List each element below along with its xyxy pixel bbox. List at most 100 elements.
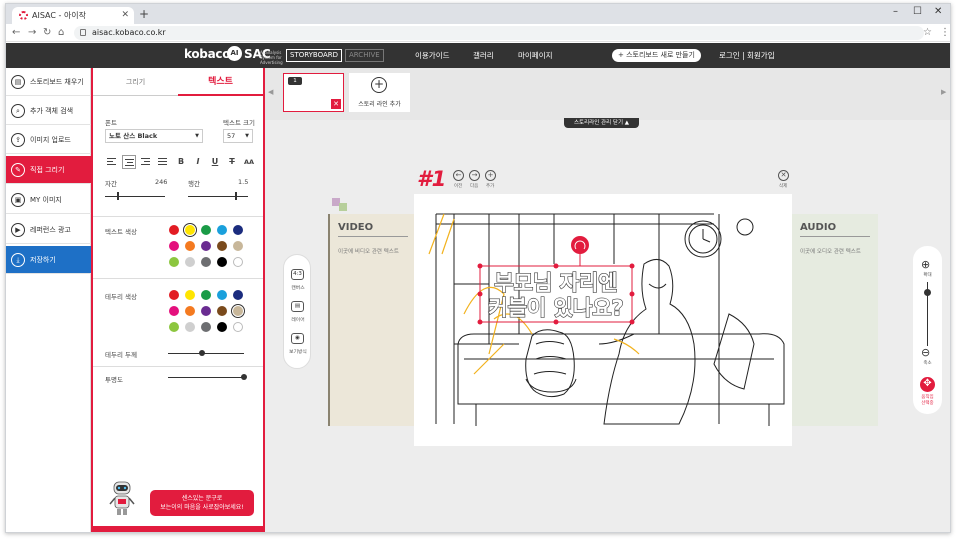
sidebar-item-reference-ads[interactable]: ▶ 레퍼런스 광고	[6, 216, 91, 244]
color-swatch[interactable]	[233, 322, 243, 332]
delete-scene-icon[interactable]: ✕	[778, 170, 789, 181]
color-swatch[interactable]	[233, 225, 243, 235]
new-storyboard-button[interactable]: + 스토리보드 새로 만들기	[612, 49, 701, 62]
audio-panel[interactable]: AUDIO 이곳에 오디오 관련 텍스트	[792, 214, 878, 426]
color-swatch[interactable]	[201, 290, 211, 300]
menu-gallery[interactable]: 갤러리	[473, 50, 494, 61]
login-link[interactable]: 로그인 | 회원가입	[719, 50, 775, 61]
bold-icon[interactable]: B	[174, 155, 188, 169]
tab-draw[interactable]: 그리기	[93, 68, 178, 96]
browser-menu-icon[interactable]: ⋮	[940, 27, 950, 38]
play-icon: ▶	[11, 223, 25, 237]
canvas-ratio-button[interactable]: 4:3	[291, 269, 304, 280]
color-swatch[interactable]	[233, 241, 243, 251]
move-icon[interactable]: ✥	[920, 377, 935, 392]
caption-text-box[interactable]: 부모님 자리엔 커블이 있나요?	[477, 236, 635, 325]
layer-icon[interactable]: ▤	[291, 301, 304, 312]
color-swatch[interactable]	[217, 241, 227, 251]
font-case-icon[interactable]: AA	[242, 155, 256, 169]
opacity-slider[interactable]	[241, 374, 247, 380]
color-swatch[interactable]	[185, 290, 195, 300]
kobaco-logo[interactable]: kobaco	[184, 47, 230, 61]
color-swatch[interactable]	[169, 257, 179, 267]
color-swatch[interactable]	[169, 306, 179, 316]
zoom-slider[interactable]	[924, 289, 931, 296]
drawing-canvas[interactable]: 부모님 자리엔 커블이 있나요?	[414, 194, 792, 446]
add-scene-icon[interactable]: +	[485, 170, 496, 181]
color-swatch[interactable]	[185, 306, 195, 316]
prev-scene-icon[interactable]: ←	[453, 170, 464, 181]
align-justify-icon[interactable]	[156, 155, 170, 169]
align-center-icon[interactable]	[122, 155, 136, 169]
menu-guide[interactable]: 이용가이드	[415, 50, 450, 61]
color-swatch[interactable]	[217, 225, 227, 235]
color-swatch[interactable]	[169, 241, 179, 251]
storyboard-button[interactable]: STORYBOARD	[286, 49, 343, 62]
sidebar-item-save[interactable]: ⤓ 저장하기	[6, 246, 91, 274]
color-swatch[interactable]	[217, 306, 227, 316]
strip-prev-icon[interactable]: ◀	[268, 88, 273, 96]
text-size-select[interactable]: 57 ▼	[223, 129, 253, 143]
color-swatch[interactable]	[217, 290, 227, 300]
forward-icon[interactable]: →	[28, 26, 36, 40]
close-storyline-manager-button[interactable]: 스토리라인 관리 닫기 ▲	[564, 118, 640, 128]
color-swatch[interactable]	[217, 322, 227, 332]
color-swatch[interactable]	[169, 225, 179, 235]
color-swatch[interactable]	[201, 225, 211, 235]
color-swatch[interactable]	[185, 322, 195, 332]
browser-tab[interactable]: AISAC - 아이작 ✕	[12, 7, 134, 24]
color-swatch[interactable]	[185, 241, 195, 251]
storyline-card[interactable]: 1 ✕	[283, 73, 344, 112]
menu-mypage[interactable]: 마이페이지	[518, 50, 553, 61]
color-swatch[interactable]	[231, 304, 245, 318]
letter-spacing-value: 246	[155, 178, 168, 186]
color-swatch[interactable]	[185, 257, 195, 267]
color-swatch[interactable]	[201, 306, 211, 316]
color-swatch[interactable]	[201, 241, 211, 251]
line-spacing-slider[interactable]	[235, 192, 237, 200]
font-select[interactable]: 노토 산스 Black ▼	[105, 129, 203, 143]
tab-text[interactable]: 텍스트	[178, 68, 263, 96]
color-swatch[interactable]	[217, 257, 227, 267]
align-left-icon[interactable]	[105, 155, 119, 169]
color-swatch[interactable]	[233, 290, 243, 300]
sidebar-item-my-images[interactable]: ▣ MY 이미지	[6, 186, 91, 214]
stroke-width-slider[interactable]	[199, 350, 206, 356]
archive-button[interactable]: ARCHIVE	[345, 49, 384, 62]
color-swatch[interactable]	[183, 223, 197, 237]
color-swatch[interactable]	[169, 322, 179, 332]
view-mode-icon[interactable]: ◉	[291, 333, 304, 344]
letter-spacing-slider[interactable]	[117, 192, 120, 200]
home-icon[interactable]: ⌂	[58, 26, 64, 40]
color-swatch[interactable]	[233, 257, 243, 267]
italic-icon[interactable]: I	[191, 155, 205, 169]
zoom-out-icon[interactable]: ⊖	[921, 346, 930, 359]
delete-card-icon[interactable]: ✕	[331, 99, 341, 109]
back-icon[interactable]: ←	[12, 26, 20, 40]
zoom-in-icon[interactable]: ⊕	[921, 258, 930, 271]
sidebar-item-upload-image[interactable]: ⇪ 이미지 업로드	[6, 126, 91, 154]
close-tab-icon[interactable]: ✕	[121, 7, 129, 24]
strikethrough-icon[interactable]: T	[225, 155, 239, 169]
underline-icon[interactable]: U	[208, 155, 222, 169]
sidebar-item-search-object[interactable]: ⌕ 추가 객체 검색	[6, 97, 91, 125]
minimize-icon[interactable]: –	[893, 5, 898, 19]
new-tab-icon[interactable]: +	[139, 7, 149, 21]
next-scene-icon[interactable]: →	[469, 170, 480, 181]
sidebar-item-fill-storyboard[interactable]: ▤ 스토리보드 채우기	[6, 68, 91, 96]
close-window-icon[interactable]: ✕	[934, 5, 942, 19]
bookmark-star-icon[interactable]: ☆	[923, 27, 932, 38]
align-right-icon[interactable]	[139, 155, 153, 169]
color-swatch[interactable]	[169, 290, 179, 300]
color-swatch[interactable]	[201, 322, 211, 332]
color-swatch[interactable]	[201, 257, 211, 267]
add-storyline-button[interactable]: + 스토리 라인 추가	[349, 73, 410, 112]
strip-next-icon[interactable]: ▶	[941, 88, 946, 96]
sidebar-item-label: 이미지 업로드	[30, 136, 71, 144]
url-field[interactable]: aisac.kobaco.co.kr	[74, 26, 924, 40]
sidebar-item-draw[interactable]: ✎ 직접 그리기	[6, 156, 91, 184]
reload-icon[interactable]: ↻	[43, 26, 51, 40]
video-panel[interactable]: VIDEO 이곳에 비디오 관련 텍스트	[328, 214, 414, 426]
maximize-icon[interactable]: ☐	[913, 5, 922, 19]
letter-spacing-label: 자간	[105, 180, 117, 188]
